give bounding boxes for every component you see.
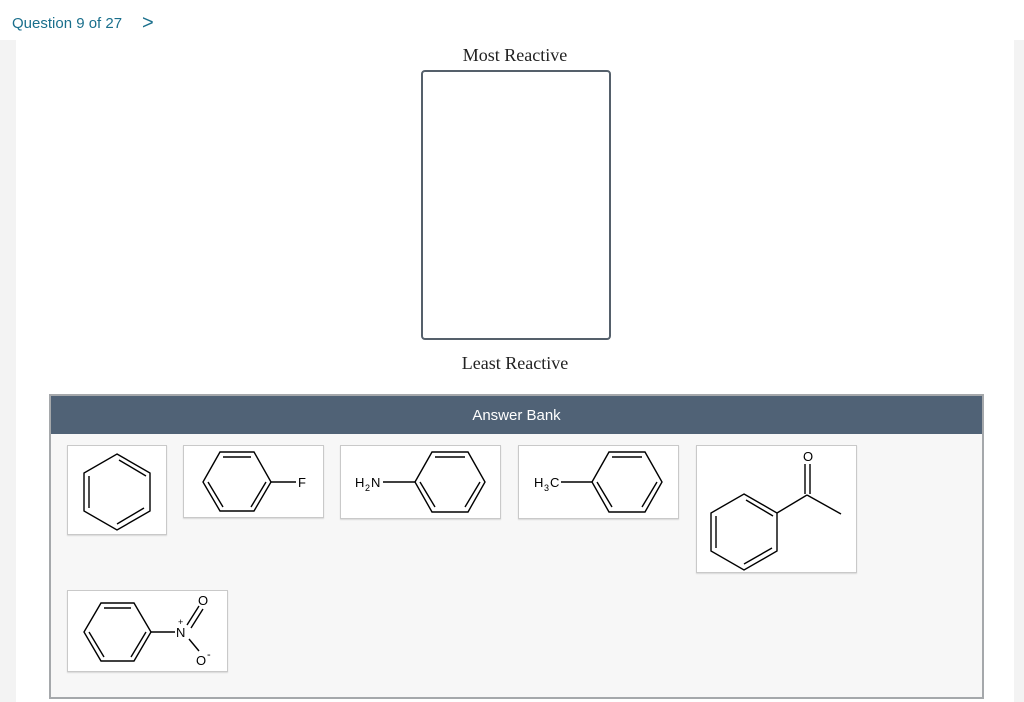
answer-tile-acetophenone[interactable]: O <box>696 445 857 573</box>
answer-bank-header: Answer Bank <box>51 396 982 434</box>
nitrogen-atom-label: N <box>176 625 185 640</box>
next-question-chevron-icon[interactable]: > <box>142 11 154 35</box>
answer-tile-aniline[interactable]: H 2 N <box>340 445 501 519</box>
least-reactive-label: Least Reactive <box>461 353 569 373</box>
answer-tile-toluene[interactable]: H 3 C <box>518 445 679 519</box>
benzene-structure-icon <box>83 453 151 531</box>
nitrobenzene-structure-icon: N + O O - <box>83 593 211 668</box>
top-bar: Question 9 of 27 > <box>0 0 1024 40</box>
answer-tile-fluorobenzene[interactable]: F <box>183 445 324 518</box>
question-counter[interactable]: Question 9 of 27 <box>12 15 122 32</box>
most-reactive-label: Most Reactive <box>462 45 568 65</box>
carbon-atom-label: C <box>550 475 559 490</box>
ranking-drop-zone[interactable] <box>421 70 611 340</box>
acetophenone-structure-icon: O <box>710 449 842 571</box>
oxygen-atom-label: O <box>803 449 813 464</box>
subscript-3-label: 3 <box>544 483 549 493</box>
fluorobenzene-structure-icon: F <box>202 451 306 512</box>
nitrogen-atom-label: N <box>371 475 380 490</box>
subscript-2-label: 2 <box>365 483 370 493</box>
toluene-structure-icon: H 3 C <box>534 451 663 513</box>
answer-tile-benzene[interactable] <box>67 445 167 535</box>
negative-charge-label: - <box>207 649 211 661</box>
hydrogen-label: H <box>355 475 364 490</box>
answer-tile-nitrobenzene[interactable]: N + O O - <box>67 590 228 672</box>
positive-charge-label: + <box>178 617 183 627</box>
oxygen-single-bond-label: O <box>196 653 206 668</box>
hydrogen-label: H <box>534 475 543 490</box>
oxygen-double-bond-label: O <box>198 593 208 608</box>
answer-bank: Answer Bank F H 2 N H 3 C O N + O O - <box>49 394 984 699</box>
aniline-structure-icon: H 2 N <box>355 451 486 513</box>
fluorine-atom-label: F <box>298 475 306 490</box>
